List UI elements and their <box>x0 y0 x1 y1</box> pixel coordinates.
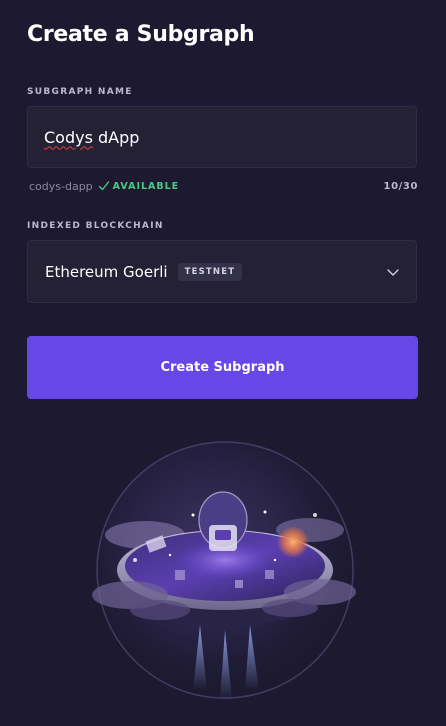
subgraph-slug: codys-dapp <box>29 179 93 193</box>
subgraph-name-label: SUBGRAPH NAME <box>27 87 133 97</box>
blockchain-selected-value: Ethereum Goerli <box>45 262 168 281</box>
floating-island-illustration <box>92 441 356 700</box>
subgraph-name-helper: codys-dapp AVAILABLE 10/30 <box>29 179 418 193</box>
testnet-badge: TESTNET <box>177 262 243 281</box>
character-counter: 10/30 <box>383 180 418 192</box>
chevron-down-icon[interactable] <box>386 265 400 279</box>
check-icon <box>98 181 109 191</box>
subgraph-name-value: Codys dApp <box>44 128 139 147</box>
create-subgraph-button[interactable]: Create Subgraph <box>27 336 418 399</box>
indexed-blockchain-label: INDEXED BLOCKCHAIN <box>27 221 164 231</box>
blockchain-select[interactable]: Ethereum Goerli TESTNET <box>27 240 417 303</box>
spellcheck-word: Codys <box>44 127 93 147</box>
subgraph-name-value-rest: dApp <box>92 127 140 147</box>
page-title: Create a Subgraph <box>27 22 255 47</box>
subgraph-name-input[interactable]: Codys dApp <box>27 106 417 168</box>
availability-status: AVAILABLE <box>112 180 180 192</box>
